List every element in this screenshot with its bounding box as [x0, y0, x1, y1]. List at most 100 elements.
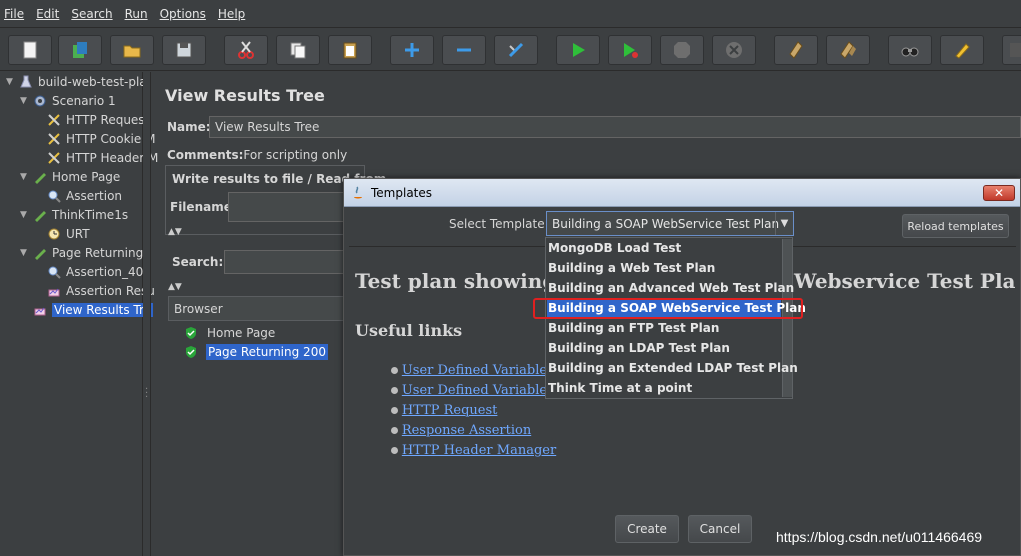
link-item: User Defined Variables — [391, 383, 554, 398]
tree-toggle-icon[interactable]: ▼ — [20, 96, 30, 106]
browser-header: Browser — [174, 302, 223, 316]
tree-item-label: Assertion_404 — [66, 264, 151, 279]
tree-item[interactable]: Assertion Resu — [34, 281, 155, 300]
reload-templates-button[interactable]: Reload templates — [902, 214, 1009, 238]
tree-item[interactable]: URT — [34, 224, 90, 243]
doc-link[interactable]: HTTP Header Manager — [402, 443, 556, 458]
link-item: HTTP Header Manager — [391, 443, 556, 458]
tree-item[interactable]: HTTP Request — [34, 110, 149, 129]
tree-item[interactable]: ▼ Page Returning — [20, 243, 143, 262]
doc-link[interactable]: User Defined Variables — [402, 363, 554, 378]
dropdown-option[interactable]: Think Time at a point — [547, 378, 781, 398]
menu-edit[interactable]: Edit — [36, 7, 59, 21]
listener-icon — [46, 283, 62, 299]
tree-item[interactable]: ▼ Scenario 1 — [20, 91, 116, 110]
search-label: Search: — [172, 255, 224, 269]
bullet-icon — [391, 387, 398, 394]
copy-icon[interactable] — [276, 35, 320, 65]
result-item[interactable]: Page Returning 200 — [184, 343, 328, 361]
tree-item[interactable]: Assertion — [34, 186, 122, 205]
doc-link[interactable]: User Defined Variables — [402, 383, 554, 398]
doc-link[interactable]: HTTP Request — [402, 403, 498, 418]
menu-help[interactable]: Help — [218, 7, 245, 21]
tree-item[interactable]: ▼ build-web-test-pla — [6, 72, 147, 91]
bullet-icon — [391, 407, 398, 414]
shutdown-icon[interactable] — [712, 35, 756, 65]
useful-links-heading: Useful links — [355, 321, 463, 340]
paste-icon[interactable] — [328, 35, 372, 65]
expand-icon[interactable] — [390, 35, 434, 65]
search-field[interactable] — [224, 250, 354, 274]
result-label: Page Returning 200 — [206, 344, 328, 360]
menu-options[interactable]: Options — [160, 7, 206, 21]
tree-toggle-icon[interactable]: ▼ — [6, 77, 16, 87]
cut-icon[interactable] — [224, 35, 268, 65]
stop-icon[interactable] — [660, 35, 704, 65]
tree-toggle-icon[interactable]: ▼ — [20, 248, 30, 258]
clear-icon[interactable] — [774, 35, 818, 65]
preview-heading-left: Test plan showing — [355, 269, 557, 293]
tree-item[interactable]: ▼ Home Page — [20, 167, 120, 186]
doc-link[interactable]: Response Assertion — [402, 423, 531, 438]
tree-item[interactable]: Assertion_404 — [34, 262, 151, 281]
magnifier-icon — [46, 188, 62, 204]
java-icon — [354, 186, 362, 199]
collapse-icon[interactable] — [442, 35, 486, 65]
name-label: Name: — [167, 120, 211, 134]
reset-search-icon[interactable] — [940, 35, 984, 65]
dropdown-option[interactable]: Building an LDAP Test Plan — [547, 338, 781, 358]
bullet-icon — [391, 427, 398, 434]
menu-search[interactable]: Search — [71, 7, 112, 21]
link-item: User Defined Variables — [391, 363, 554, 378]
tree-item-label: Page Returning — [52, 245, 144, 260]
splitter[interactable]: · · · — [143, 72, 151, 556]
tree-item-label: Assertion Resu — [66, 283, 155, 298]
save-icon[interactable] — [162, 35, 206, 65]
create-button[interactable]: Create — [615, 515, 679, 543]
link-item: Response Assertion — [391, 423, 531, 438]
toggle-icon[interactable] — [494, 35, 538, 65]
comments-label: Comments:For scripting only — [167, 148, 348, 162]
dropdown-option[interactable]: Building a Web Test Plan — [547, 258, 781, 278]
cancel-button[interactable]: Cancel — [688, 515, 752, 543]
result-item[interactable]: Home Page — [184, 324, 275, 342]
tree-toggle-icon[interactable]: ▼ — [20, 210, 30, 220]
tree-item[interactable]: HTTP Cookie M — [34, 129, 155, 148]
tree-item[interactable]: ▼ ThinkTime1s — [20, 205, 128, 224]
chevron-down-icon[interactable]: ▼ — [775, 212, 793, 235]
template-select[interactable]: Building a SOAP WebService Test Plan ▼ — [546, 211, 794, 236]
pencil-icon — [32, 207, 48, 223]
renderer-select[interactable]: Browser — [168, 296, 348, 321]
dropdown-option[interactable]: MongoDB Load Test — [547, 238, 781, 258]
tree-item[interactable]: View Results Tre — [20, 300, 154, 319]
tree-item-label: build-web-test-pla — [38, 74, 147, 89]
select-template-label: Select Template — [449, 217, 545, 231]
collapse-arrows-icon[interactable]: ▲▼ — [168, 227, 182, 237]
new-icon[interactable] — [8, 35, 52, 65]
collapse-arrows-icon[interactable]: ▲▼ — [168, 282, 182, 292]
tree-item[interactable]: HTTP Header M — [34, 148, 158, 167]
gear-icon — [32, 93, 48, 109]
highlight-box — [533, 298, 803, 319]
search-icon[interactable] — [888, 35, 932, 65]
close-icon[interactable]: ✕ — [983, 185, 1015, 201]
toolbar — [0, 29, 1021, 71]
menu-run[interactable]: Run — [125, 7, 148, 21]
tree-item-label: Home Page — [52, 169, 121, 184]
result-label: Home Page — [207, 326, 276, 340]
tree-item-label: Scenario 1 — [52, 93, 116, 108]
dropdown-option[interactable]: Building an Advanced Web Test Plan — [547, 278, 794, 298]
dropdown-option[interactable]: Building an Extended LDAP Test Plan — [547, 358, 798, 378]
clear-all-icon[interactable] — [826, 35, 870, 65]
tree-toggle-icon[interactable]: ▼ — [20, 172, 30, 182]
dropdown-option[interactable]: Building an FTP Test Plan — [547, 318, 781, 338]
menu-file[interactable]: File — [4, 7, 24, 21]
templates-icon[interactable] — [58, 35, 102, 65]
function-helper-icon[interactable] — [1002, 35, 1021, 65]
start-icon[interactable] — [556, 35, 600, 65]
tree-item-label: Assertion — [66, 188, 123, 203]
testplan-icon — [18, 74, 34, 90]
start-no-pause-icon[interactable] — [608, 35, 652, 65]
name-field[interactable]: View Results Tree — [209, 116, 1021, 138]
open-icon[interactable] — [110, 35, 154, 65]
